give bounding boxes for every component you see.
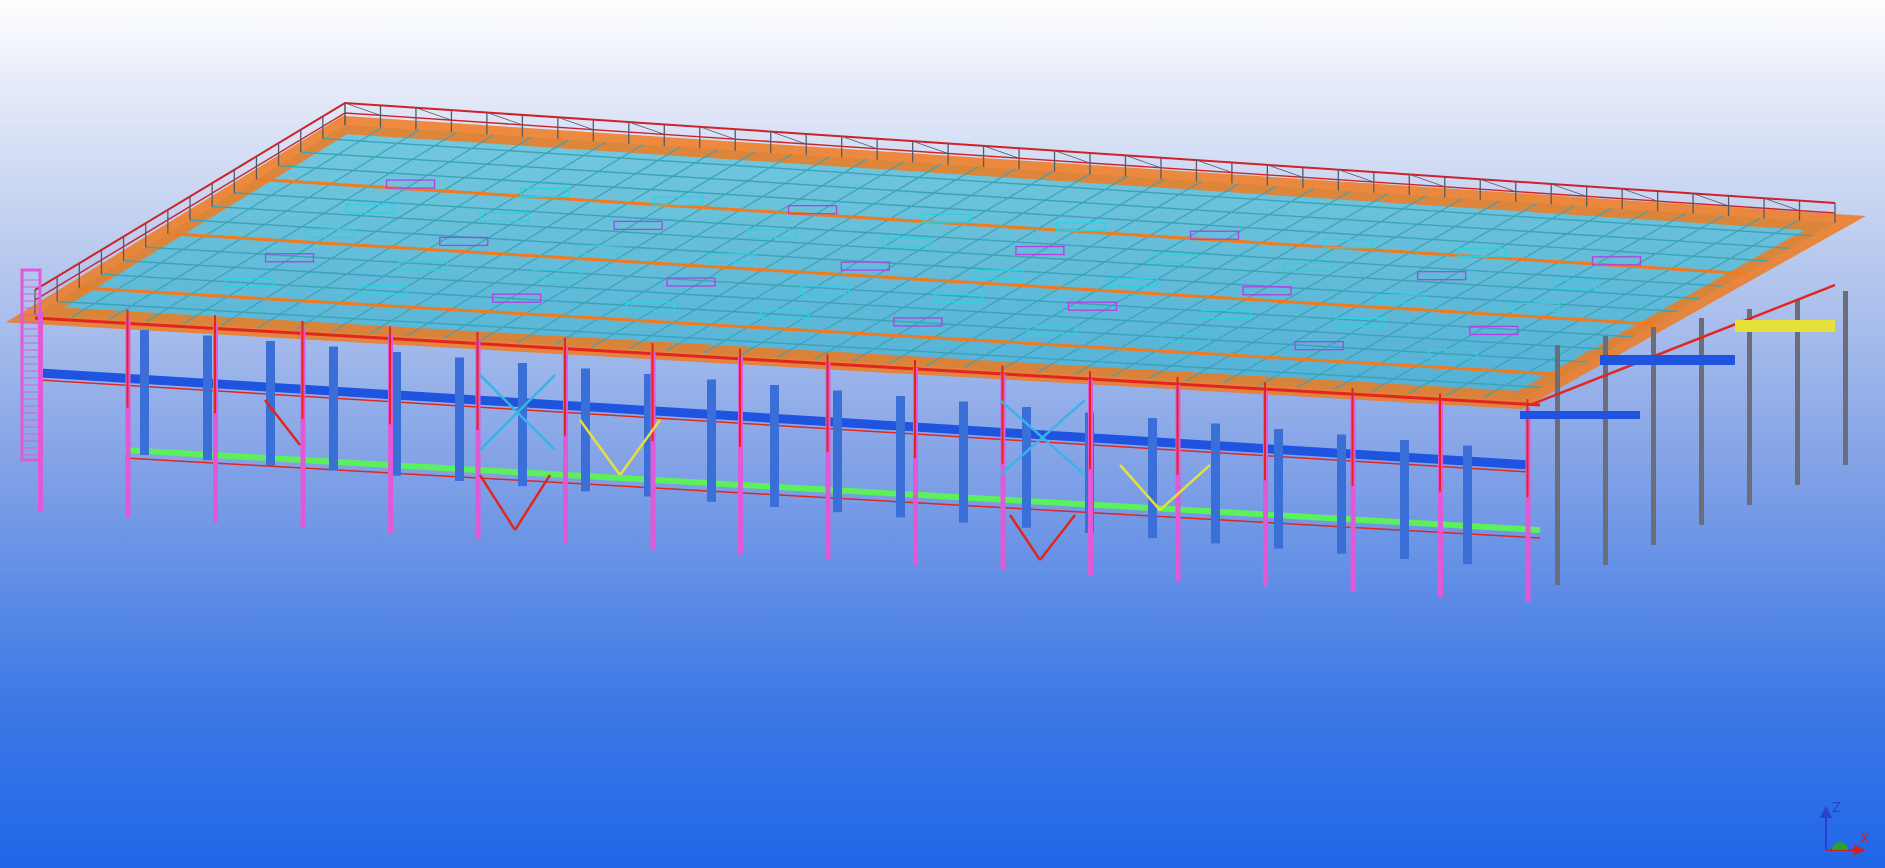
brace-member xyxy=(1039,514,1076,561)
x-axis-label: X xyxy=(1860,832,1869,847)
column-back xyxy=(518,363,527,487)
column-back xyxy=(140,330,149,455)
column-back xyxy=(833,390,842,513)
column-back xyxy=(770,385,779,507)
column-back xyxy=(959,401,968,523)
3d-model-viewport[interactable]: Z X xyxy=(0,0,1885,868)
column-back xyxy=(455,357,464,481)
column-back xyxy=(1400,440,1409,559)
column-side xyxy=(1555,345,1560,585)
column-back xyxy=(707,379,716,502)
side-yellow-beam xyxy=(1735,320,1835,332)
column-back xyxy=(1148,418,1157,539)
column-back xyxy=(1337,434,1346,554)
column-side xyxy=(1603,336,1608,565)
column-back xyxy=(1211,423,1220,544)
column-side xyxy=(1843,291,1848,465)
column-side xyxy=(1699,318,1704,525)
column-back xyxy=(392,352,401,476)
z-axis-arrow xyxy=(1820,806,1832,818)
column-back xyxy=(203,335,212,461)
column-back xyxy=(896,396,905,518)
brace-member xyxy=(1159,464,1211,511)
column-back xyxy=(1463,445,1472,565)
structural-steel-model[interactable] xyxy=(0,0,1885,868)
column-back xyxy=(329,346,338,471)
column-side xyxy=(1747,309,1752,505)
z-axis-label: Z xyxy=(1832,801,1841,816)
column-back xyxy=(1274,429,1283,549)
axis-triad-icon: Z X xyxy=(1820,801,1869,855)
y-axis-arc xyxy=(1832,842,1848,850)
brace-member xyxy=(478,474,517,531)
